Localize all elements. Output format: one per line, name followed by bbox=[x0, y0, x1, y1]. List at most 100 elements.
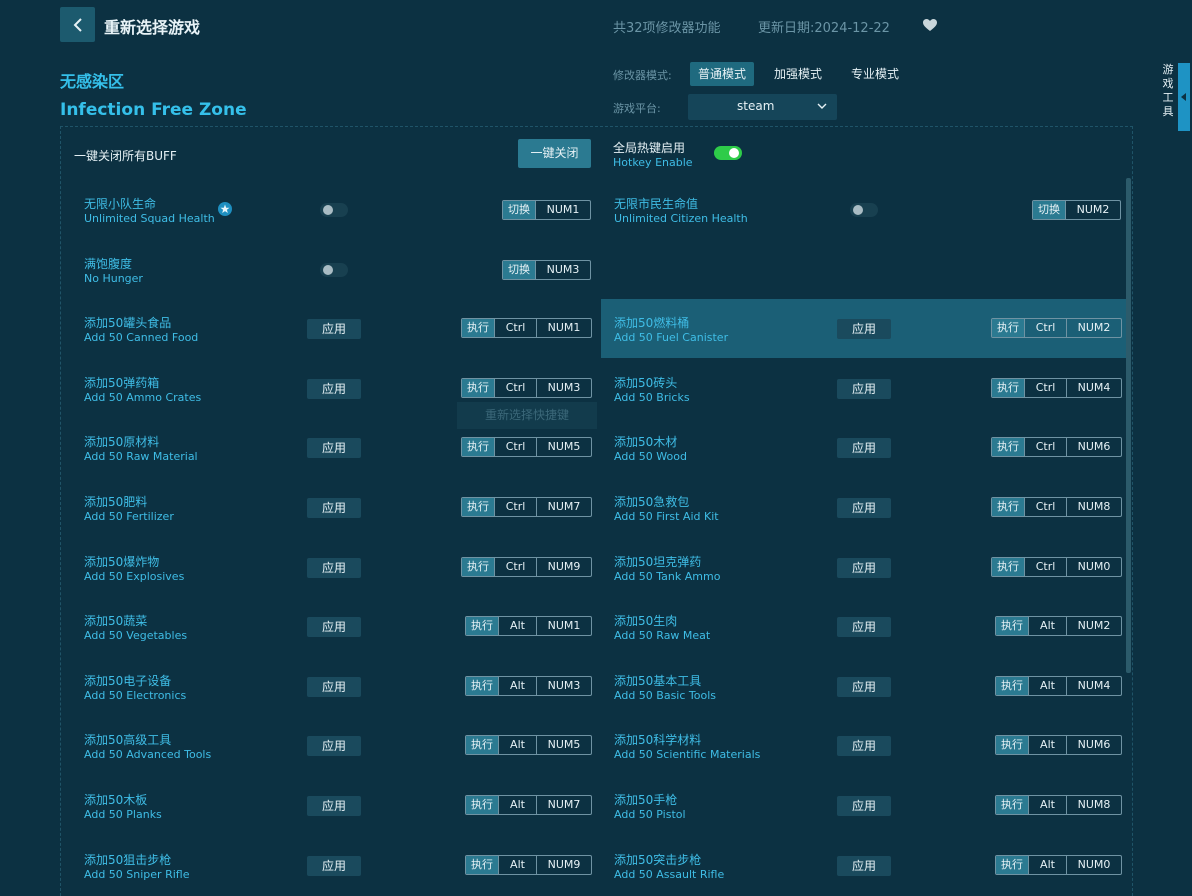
apply-button[interactable]: 应用 bbox=[837, 319, 891, 340]
hotkey-group[interactable]: 执行 Alt NUM9 bbox=[465, 854, 592, 875]
side-expand-arrow-icon[interactable] bbox=[1178, 63, 1190, 131]
mode-enhanced-button[interactable]: 加强模式 bbox=[766, 62, 830, 86]
heart-icon[interactable] bbox=[922, 18, 938, 32]
mode-normal-button[interactable]: 普通模式 bbox=[690, 62, 755, 86]
apply-button[interactable]: 应用 bbox=[307, 378, 361, 399]
modifier-key[interactable]: Ctrl bbox=[494, 557, 536, 576]
apply-button[interactable]: 应用 bbox=[307, 736, 361, 757]
apply-button[interactable]: 应用 bbox=[307, 617, 361, 638]
hotkey-key[interactable]: NUM2 bbox=[1065, 201, 1120, 219]
modifier-key[interactable]: Alt bbox=[498, 676, 536, 695]
cheat-toggle[interactable] bbox=[320, 203, 348, 217]
modifier-key[interactable]: Alt bbox=[1028, 736, 1066, 755]
modifier-key[interactable]: Ctrl bbox=[1024, 438, 1066, 457]
hotkey-key[interactable]: NUM9 bbox=[536, 855, 591, 874]
modifier-key[interactable]: Ctrl bbox=[494, 438, 536, 457]
hotkey-group[interactable]: 执行 Ctrl NUM7 bbox=[461, 497, 592, 517]
modifier-key[interactable]: Alt bbox=[1028, 676, 1066, 695]
scrollbar[interactable] bbox=[1126, 178, 1131, 673]
hotkey-group[interactable]: 执行 Ctrl NUM8 bbox=[991, 497, 1122, 517]
modifier-key[interactable]: Alt bbox=[498, 736, 536, 755]
apply-button[interactable]: 应用 bbox=[307, 438, 361, 459]
hotkey-key[interactable]: NUM6 bbox=[1066, 438, 1121, 457]
reselect-game-title[interactable]: 重新选择游戏 bbox=[104, 14, 200, 38]
hotkey-toggle[interactable] bbox=[714, 146, 742, 160]
apply-button[interactable]: 应用 bbox=[837, 438, 891, 459]
hotkey-group[interactable]: 切换 NUM3 bbox=[502, 259, 591, 280]
apply-button[interactable]: 应用 bbox=[307, 796, 361, 816]
hotkey-group[interactable]: 执行 Alt NUM1 bbox=[465, 616, 592, 637]
hotkey-key[interactable]: NUM1 bbox=[536, 319, 591, 338]
modifier-key[interactable]: Alt bbox=[498, 796, 536, 814]
hotkey-group[interactable]: 执行 Alt NUM4 bbox=[995, 675, 1122, 696]
hotkey-group[interactable]: 执行 Ctrl NUM3 bbox=[461, 377, 592, 398]
modifier-key[interactable]: Alt bbox=[498, 855, 536, 874]
apply-button[interactable]: 应用 bbox=[307, 855, 361, 876]
hotkey-key[interactable]: NUM3 bbox=[535, 260, 590, 279]
hotkey-group[interactable]: 执行 Alt NUM5 bbox=[465, 735, 592, 756]
hotkey-key[interactable]: NUM9 bbox=[536, 557, 591, 576]
modifier-key[interactable]: Alt bbox=[1028, 796, 1066, 814]
apply-button[interactable]: 应用 bbox=[837, 855, 891, 876]
tools-side-tab[interactable]: 游 戏 工 具 bbox=[1158, 63, 1178, 129]
hotkey-key[interactable]: NUM7 bbox=[536, 498, 591, 516]
close-all-button[interactable]: 一键关闭 bbox=[518, 139, 591, 168]
hotkey-key[interactable]: NUM4 bbox=[1066, 378, 1121, 397]
apply-button[interactable]: 应用 bbox=[307, 557, 361, 578]
hotkey-key[interactable]: NUM0 bbox=[1066, 855, 1121, 874]
hotkey-key[interactable]: NUM0 bbox=[1066, 557, 1121, 576]
hotkey-group[interactable]: 执行 Ctrl NUM5 bbox=[461, 437, 592, 458]
hotkey-group[interactable]: 执行 Alt NUM6 bbox=[995, 735, 1122, 756]
hotkey-group[interactable]: 执行 Ctrl NUM9 bbox=[461, 556, 592, 577]
modifier-key[interactable]: Alt bbox=[1028, 617, 1066, 636]
hotkey-key[interactable]: NUM6 bbox=[1066, 736, 1121, 755]
hotkey-group[interactable]: 执行 Ctrl NUM0 bbox=[991, 556, 1122, 577]
mode-pro-button[interactable]: 专业模式 bbox=[843, 62, 907, 86]
hotkey-group[interactable]: 切换 NUM1 bbox=[502, 200, 591, 220]
modifier-key[interactable]: Ctrl bbox=[1024, 378, 1066, 397]
hotkey-key[interactable]: NUM8 bbox=[1066, 498, 1121, 516]
hotkey-group[interactable]: 执行 Alt NUM8 bbox=[995, 795, 1122, 815]
hotkey-key[interactable]: NUM1 bbox=[535, 201, 590, 219]
apply-button[interactable]: 应用 bbox=[837, 557, 891, 578]
hotkey-key[interactable]: NUM7 bbox=[536, 796, 591, 814]
cheat-toggle[interactable] bbox=[320, 262, 348, 277]
hotkey-key[interactable]: NUM4 bbox=[1066, 676, 1121, 695]
apply-button[interactable]: 应用 bbox=[837, 736, 891, 757]
modifier-key[interactable]: Ctrl bbox=[1024, 557, 1066, 576]
hotkey-group[interactable]: 执行 Alt NUM3 bbox=[465, 675, 592, 696]
platform-select[interactable]: steam bbox=[688, 94, 837, 120]
modifier-key[interactable]: Alt bbox=[1028, 855, 1066, 874]
hotkey-key[interactable]: NUM3 bbox=[536, 378, 591, 397]
hotkey-key[interactable]: NUM5 bbox=[536, 736, 591, 755]
hotkey-group[interactable]: 执行 Alt NUM0 bbox=[995, 854, 1122, 875]
apply-button[interactable]: 应用 bbox=[837, 796, 891, 816]
back-button[interactable] bbox=[60, 7, 95, 42]
hotkey-group[interactable]: 执行 Ctrl NUM6 bbox=[991, 437, 1122, 458]
hotkey-group[interactable]: 执行 Ctrl NUM4 bbox=[991, 377, 1122, 398]
apply-button[interactable]: 应用 bbox=[837, 617, 891, 638]
apply-button[interactable]: 应用 bbox=[837, 378, 891, 399]
apply-button[interactable]: 应用 bbox=[307, 676, 361, 697]
cheat-toggle[interactable] bbox=[850, 203, 878, 217]
hotkey-group[interactable]: 执行 Ctrl NUM2 bbox=[991, 318, 1122, 339]
apply-button[interactable]: 应用 bbox=[837, 498, 891, 518]
modifier-key[interactable]: Ctrl bbox=[494, 319, 536, 338]
hotkey-key[interactable]: NUM3 bbox=[536, 676, 591, 695]
apply-button[interactable]: 应用 bbox=[307, 319, 361, 340]
hotkey-group[interactable]: 执行 Alt NUM7 bbox=[465, 795, 592, 815]
modifier-key[interactable]: Ctrl bbox=[494, 378, 536, 397]
modifier-key[interactable]: Alt bbox=[498, 617, 536, 636]
hotkey-group[interactable]: 执行 Ctrl NUM1 bbox=[461, 318, 592, 339]
modifier-key[interactable]: Ctrl bbox=[1024, 319, 1066, 338]
apply-button[interactable]: 应用 bbox=[837, 676, 891, 697]
hotkey-group[interactable]: 切换 NUM2 bbox=[1032, 200, 1121, 220]
modifier-key[interactable]: Ctrl bbox=[494, 498, 536, 516]
hotkey-key[interactable]: NUM2 bbox=[1066, 617, 1121, 636]
hotkey-key[interactable]: NUM2 bbox=[1066, 319, 1121, 338]
hotkey-group[interactable]: 执行 Alt NUM2 bbox=[995, 616, 1122, 637]
modifier-key[interactable]: Ctrl bbox=[1024, 498, 1066, 516]
hotkey-key[interactable]: NUM5 bbox=[536, 438, 591, 457]
apply-button[interactable]: 应用 bbox=[307, 498, 361, 518]
hotkey-key[interactable]: NUM8 bbox=[1066, 796, 1121, 814]
